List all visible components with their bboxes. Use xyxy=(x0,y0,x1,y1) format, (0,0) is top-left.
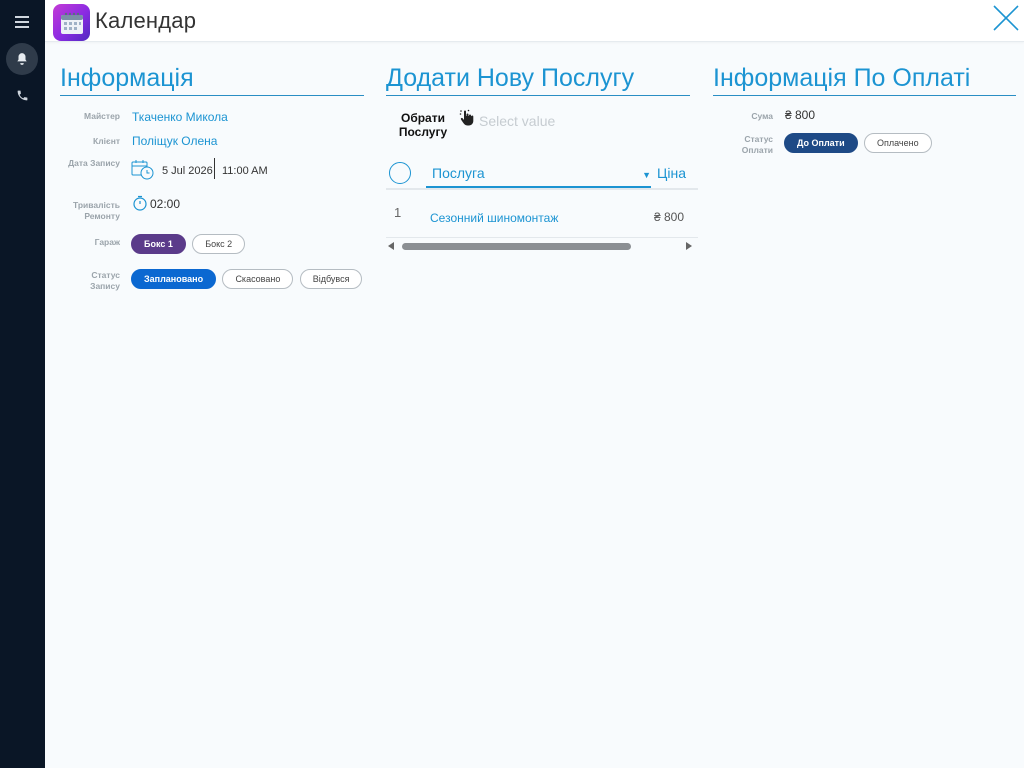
master-value[interactable]: Ткаченко Микола xyxy=(132,110,228,124)
status-label: Статус Запису xyxy=(90,270,120,291)
app-header: Календар xyxy=(45,0,1024,42)
stopwatch-icon xyxy=(133,195,147,211)
scroll-thumb[interactable] xyxy=(402,243,631,250)
status-cancelled-button[interactable]: Скасовано xyxy=(222,269,294,289)
scroll-left-icon[interactable] xyxy=(388,242,394,250)
calendar-app-icon xyxy=(53,4,90,41)
duration-value[interactable]: 02:00 xyxy=(150,197,180,211)
date-time-divider xyxy=(214,158,215,179)
notifications-bell-icon[interactable] xyxy=(6,43,38,75)
info-section: Інформація Майстер Ткаченко Микола Клієн… xyxy=(60,64,364,294)
service-select-input[interactable]: Select value xyxy=(479,113,555,129)
payment-title: Інформація По Оплаті xyxy=(713,64,1016,96)
garage-box-2-button[interactable]: Бокс 2 xyxy=(192,234,246,254)
client-value[interactable]: Поліщук Олена xyxy=(132,134,217,148)
duration-label: Тривалість Ремонту xyxy=(72,200,120,221)
table-row[interactable]: 1 Сезонний шиномонтаж ₴ 800 xyxy=(386,194,698,238)
service-title: Додати Нову Послугу xyxy=(386,64,690,96)
master-label: Майстер xyxy=(84,111,120,121)
scroll-right-icon[interactable] xyxy=(686,242,692,250)
select-all-checkbox[interactable] xyxy=(389,162,411,184)
app-title: Календар xyxy=(95,8,197,33)
status-done-button[interactable]: Відбувся xyxy=(299,269,363,289)
info-title: Інформація xyxy=(60,64,364,96)
calendar-clock-icon[interactable] xyxy=(131,158,155,180)
menu-icon[interactable] xyxy=(6,6,38,38)
column-service-label: Послуга xyxy=(432,165,485,181)
payment-due-button[interactable]: До Оплати xyxy=(784,133,858,153)
left-rail xyxy=(0,0,45,768)
column-service-header[interactable]: Послуга ▼ xyxy=(426,160,651,188)
sum-label: Сума xyxy=(751,111,773,121)
horizontal-scrollbar[interactable] xyxy=(386,240,698,252)
status-planned-button[interactable]: Заплановано xyxy=(131,269,217,289)
service-section: Додати Нову Послугу Обрати Послугу Selec… xyxy=(386,64,698,264)
date-label: Дата Запису xyxy=(68,158,120,168)
phone-icon[interactable] xyxy=(6,79,38,111)
row-price: ₴ 800 xyxy=(653,210,684,224)
payment-section: Інформація По Оплаті Сума ₴ 800 Статус О… xyxy=(713,64,1016,164)
column-price-header[interactable]: Ціна xyxy=(657,165,686,181)
choose-service-text: Обрати Послугу xyxy=(398,111,448,139)
row-number: 1 xyxy=(394,205,402,220)
garage-label: Гараж xyxy=(94,237,120,247)
close-icon[interactable] xyxy=(992,4,1020,32)
row-service-name[interactable]: Сезонний шиномонтаж xyxy=(430,211,558,225)
sort-caret-icon[interactable]: ▼ xyxy=(642,170,651,180)
garage-box-1-button[interactable]: Бокс 1 xyxy=(131,234,186,254)
payment-paid-button[interactable]: Оплачено xyxy=(863,133,932,153)
service-table-header: Послуга ▼ Ціна xyxy=(386,160,698,190)
time-value[interactable]: 11:00 AM xyxy=(222,165,268,177)
pointer-hand-icon[interactable] xyxy=(459,109,475,127)
sum-value: ₴ 800 xyxy=(785,108,816,122)
client-label: Клієнт xyxy=(93,136,120,146)
choose-service-label: Обрати Послугу xyxy=(396,111,450,139)
payment-status-label: Статус Оплати xyxy=(741,134,773,155)
date-value[interactable]: 5 Jul 2026 xyxy=(162,165,213,177)
